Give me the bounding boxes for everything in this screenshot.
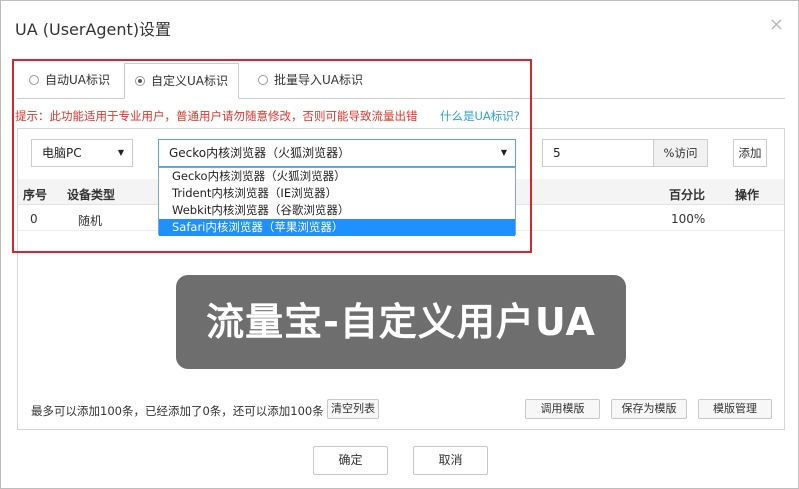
close-icon[interactable]: × — [769, 14, 784, 35]
dialog-title: UA (UserAgent)设置 — [15, 20, 172, 39]
option-webkit[interactable]: Webkit内核浏览器（谷歌浏览器） — [159, 202, 515, 219]
ua-mode-tabs: 自动UA标识 自定义UA标识 批量导入UA标识 — [17, 63, 785, 99]
clear-list-button[interactable]: 清空列表 — [327, 399, 379, 419]
browser-kernel-dropdown: Gecko内核浏览器（火狐浏览器） Trident内核浏览器（IE浏览器） We… — [158, 167, 516, 236]
ok-button[interactable]: 确定 — [313, 446, 388, 475]
tab-label: 自动UA标识 — [45, 73, 110, 87]
dropdown-arrow-icon: ▼ — [500, 148, 507, 157]
option-safari[interactable]: Safari内核浏览器（苹果浏览器） — [159, 219, 515, 236]
browser-kernel-select[interactable]: Gecko内核浏览器（火狐浏览器） ▼ — [158, 139, 516, 167]
banner-text: 流量宝-自定义用户UA — [206, 300, 596, 344]
browser-kernel-value: Gecko内核浏览器（火狐浏览器） — [169, 146, 351, 160]
option-gecko[interactable]: Gecko内核浏览器（火狐浏览器） — [159, 168, 515, 185]
dialog-titlebar: UA (UserAgent)设置 × — [1, 1, 798, 51]
use-template-button[interactable]: 调用模版 — [525, 399, 600, 419]
tab-label: 批量导入UA标识 — [274, 73, 363, 87]
save-template-button[interactable]: 保存为模版 — [611, 399, 687, 419]
add-button[interactable]: 添加 — [733, 139, 767, 167]
what-is-ua-link[interactable]: 什么是UA标识? — [440, 108, 520, 124]
radio-checked-icon[interactable] — [135, 76, 145, 86]
radio-icon[interactable] — [29, 75, 39, 85]
percent-input[interactable]: 5 — [542, 139, 654, 167]
manage-template-button[interactable]: 模版管理 — [698, 399, 772, 419]
cancel-button[interactable]: 取消 — [413, 446, 488, 475]
row-index: 0 — [30, 212, 38, 226]
tab-batch-import-ua[interactable]: 批量导入UA标识 — [248, 63, 373, 99]
option-trident[interactable]: Trident内核浏览器（IE浏览器） — [159, 185, 515, 202]
header-percent: 百分比 — [669, 188, 706, 202]
overlay-banner: 流量宝-自定义用户UA — [176, 275, 626, 369]
ua-settings-dialog: UA (UserAgent)设置 × 自动UA标识 自定义UA标识 批量导入UA… — [0, 0, 799, 489]
header-device-type: 设备类型 — [67, 188, 116, 202]
dropdown-arrow-icon: ▼ — [117, 148, 124, 157]
header-action: 操作 — [735, 188, 760, 202]
row-device: 随机 — [78, 214, 103, 228]
tab-auto-ua[interactable]: 自动UA标识 — [19, 63, 120, 99]
limit-info-text: 最多可以添加100条，已经添加了0条，还可以添加100条 — [31, 404, 324, 418]
warning-hint: 提示：此功能适用于专业用户，普通用户请勿随意修改，否则可能导致流量出错 — [15, 109, 418, 123]
tab-label: 自定义UA标识 — [151, 74, 228, 88]
percent-suffix: %访问 — [653, 139, 708, 167]
device-type-value: 电脑PC — [42, 146, 82, 160]
tab-custom-ua[interactable]: 自定义UA标识 — [124, 63, 239, 99]
row-percent: 100% — [671, 212, 706, 226]
device-type-select[interactable]: 电脑PC ▼ — [31, 139, 133, 167]
radio-icon[interactable] — [258, 75, 268, 85]
header-index: 序号 — [23, 188, 48, 202]
